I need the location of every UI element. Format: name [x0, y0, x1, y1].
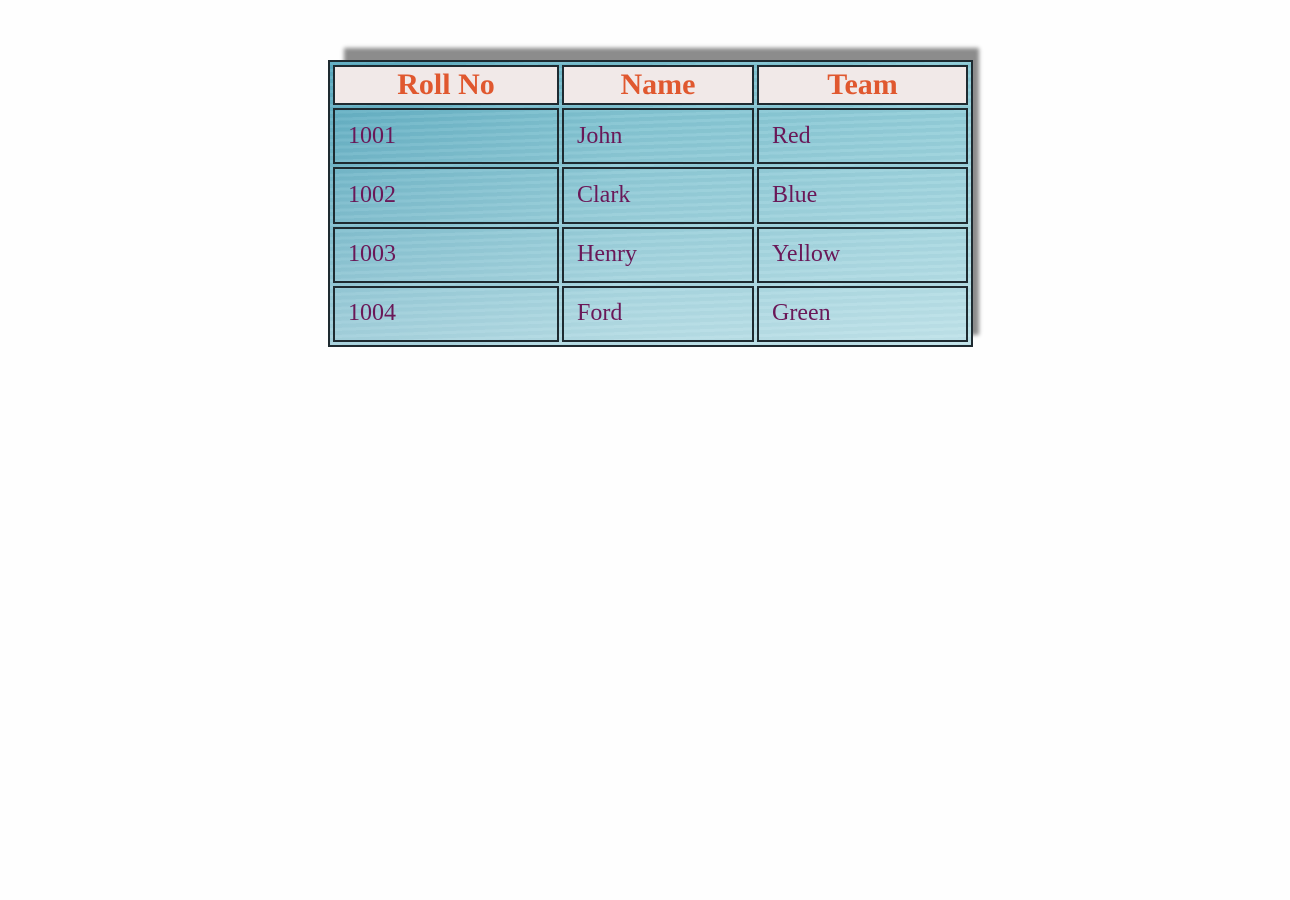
cell-name: Henry [562, 226, 754, 283]
student-team-table: Roll No Name Team 1001 John Red 1002 Cla… [328, 60, 973, 347]
table-header-row: Roll No Name Team [333, 65, 968, 105]
cell-name: Clark [562, 167, 754, 224]
cell-team: Red [757, 108, 968, 165]
cell-team: Green [757, 285, 968, 342]
header-roll-no: Roll No [333, 65, 559, 105]
cell-team: Yellow [757, 226, 968, 283]
cell-roll-no: 1001 [333, 108, 559, 165]
cell-roll-no: 1003 [333, 226, 559, 283]
table-row: 1002 Clark Blue [333, 167, 968, 224]
table-row: 1004 Ford Green [333, 285, 968, 342]
table-container: Roll No Name Team 1001 John Red 1002 Cla… [328, 60, 973, 347]
cell-roll-no: 1004 [333, 285, 559, 342]
header-name: Name [562, 65, 754, 105]
cell-roll-no: 1002 [333, 167, 559, 224]
table-row: 1001 John Red [333, 108, 968, 165]
cell-name: Ford [562, 285, 754, 342]
table-row: 1003 Henry Yellow [333, 226, 968, 283]
header-team: Team [757, 65, 968, 105]
cell-name: John [562, 108, 754, 165]
cell-team: Blue [757, 167, 968, 224]
